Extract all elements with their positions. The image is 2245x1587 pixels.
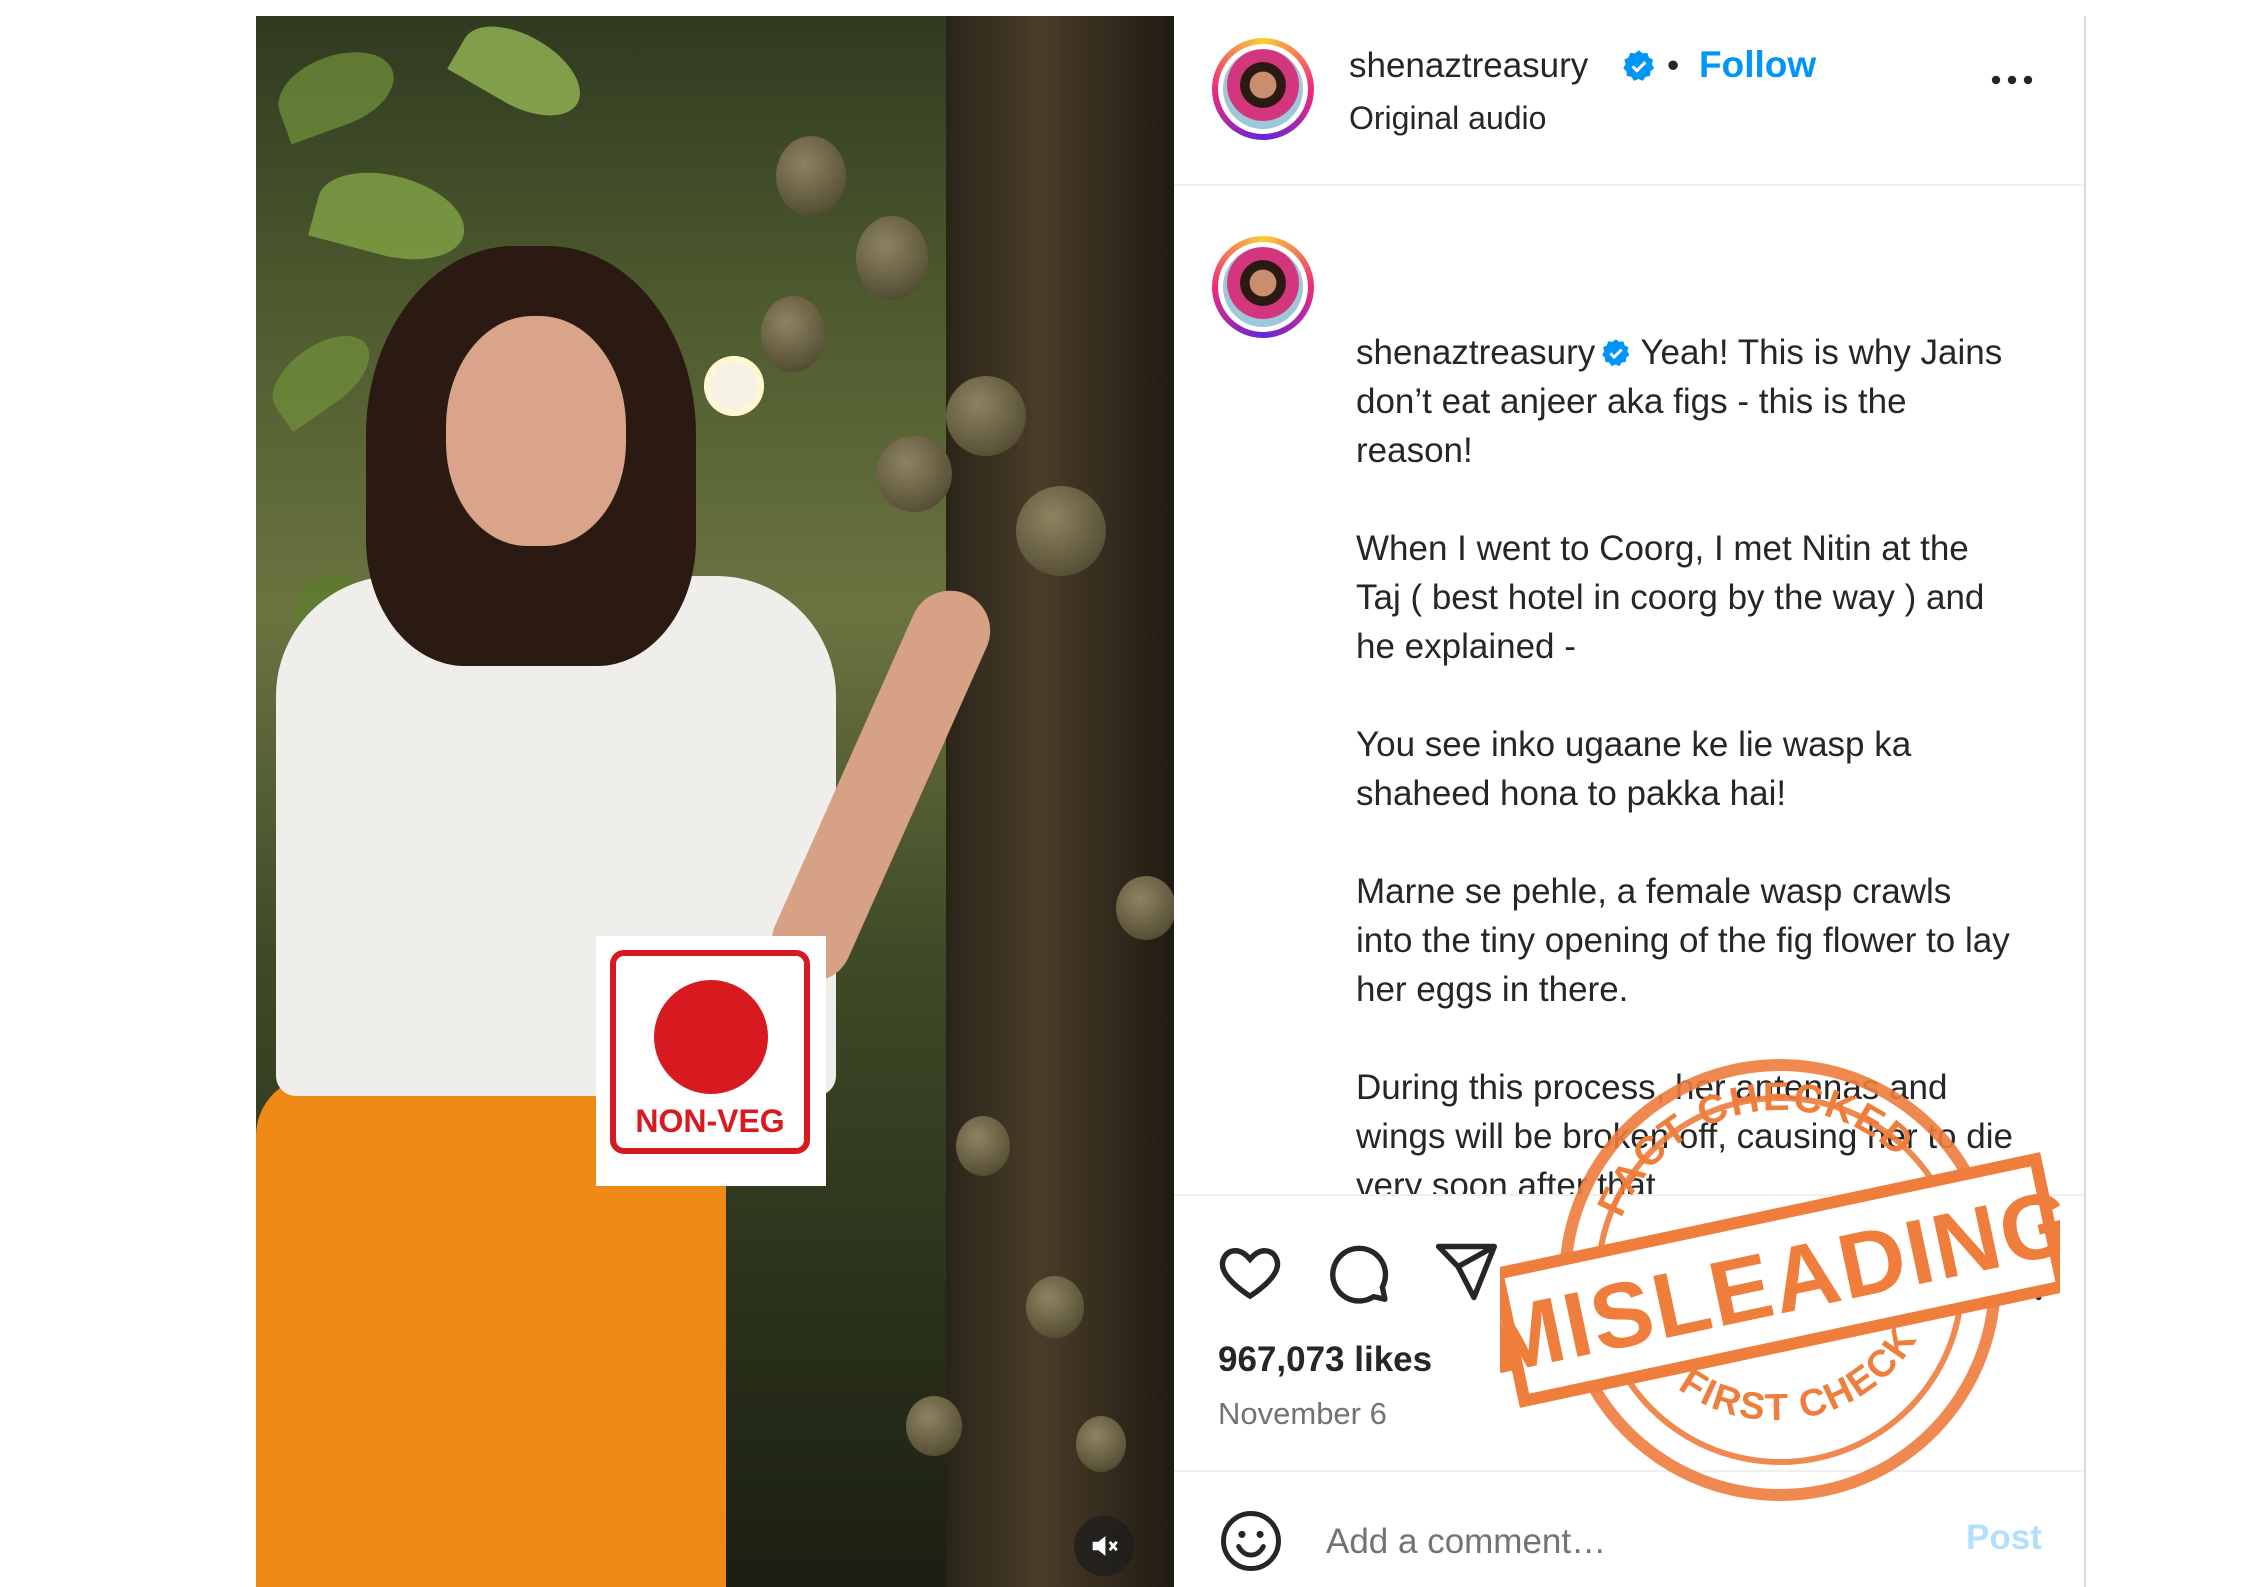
follow-button[interactable]: Follow: [1699, 44, 1816, 86]
non-veg-dot-icon: [654, 980, 768, 1094]
comment-icon[interactable]: [1324, 1238, 1392, 1306]
header-separator-dot: •: [1667, 46, 1680, 85]
fig-fruit: [906, 1396, 962, 1456]
fig-fruit: [876, 436, 952, 512]
foliage-decoration: [447, 16, 595, 134]
fig-fruit: [946, 376, 1026, 456]
verified-badge-icon: [1623, 50, 1655, 81]
mute-toggle-button[interactable]: [1074, 1516, 1134, 1576]
hair-flower: [704, 356, 764, 416]
fig-fruit: [776, 136, 846, 216]
comment-input[interactable]: [1324, 1516, 1888, 1568]
fig-fruit: [1026, 1276, 1084, 1338]
verified-badge-icon: [1601, 234, 1631, 367]
foliage-decoration: [267, 37, 405, 145]
post-comment-button[interactable]: Post: [1966, 1518, 2042, 1558]
caption-avatar[interactable]: [1212, 236, 1314, 338]
non-veg-badge-label: NON-VEG: [635, 1103, 785, 1139]
fig-fruit: [1076, 1416, 1126, 1472]
header-username-link[interactable]: shenaztreasury: [1349, 46, 1588, 86]
non-veg-badge-border: NON-VEG: [610, 950, 810, 1154]
fig-fruit: [1116, 876, 1174, 940]
fig-fruit: [856, 216, 928, 300]
avatar-photo: [1223, 247, 1303, 327]
more-horizontal-icon[interactable]: [1982, 70, 2042, 90]
post-media-video[interactable]: NON-VEG: [256, 16, 1174, 1587]
avatar-ring-gap: [1218, 242, 1308, 332]
audio-link[interactable]: Original audio: [1349, 100, 1546, 137]
emoji-icon[interactable]: [1218, 1508, 1284, 1574]
fig-fruit: [1016, 486, 1106, 576]
foliage-decoration: [308, 157, 474, 275]
fig-fruit: [761, 296, 825, 372]
tree-trunk: [946, 16, 1174, 1587]
non-veg-badge: NON-VEG: [596, 936, 826, 1186]
caption-username-link[interactable]: shenaztreasury: [1356, 333, 1595, 372]
foliage-decoration: [258, 319, 384, 433]
header-avatar[interactable]: [1212, 38, 1314, 140]
misleading-stamp: FACT CHECKED MISLEADING FIRST CHECK: [1500, 1045, 2060, 1501]
fig-fruit: [956, 1116, 1010, 1176]
likes-count[interactable]: 967,073 likes: [1218, 1340, 1432, 1380]
speaker-muted-icon: [1092, 1536, 1118, 1556]
share-icon[interactable]: [1432, 1238, 1500, 1306]
avatar-photo: [1223, 49, 1303, 129]
avatar-ring-gap: [1218, 44, 1308, 134]
heart-icon[interactable]: [1216, 1238, 1284, 1306]
post-date[interactable]: November 6: [1218, 1396, 1387, 1432]
person-face: [446, 316, 626, 546]
